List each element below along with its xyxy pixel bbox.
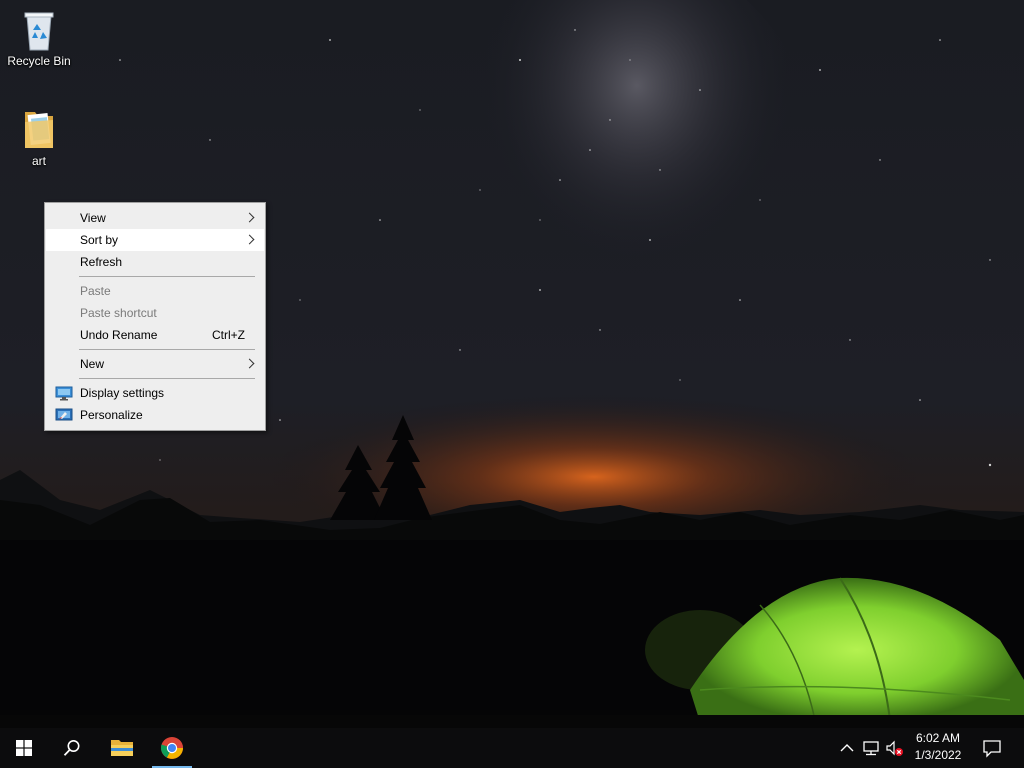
- file-explorer-button[interactable]: [98, 728, 146, 768]
- menu-item-sort-by[interactable]: Sort by: [46, 229, 264, 251]
- chevron-up-icon[interactable]: [838, 738, 856, 758]
- desktop-icon-label: art: [31, 154, 46, 168]
- menu-item-label: Display settings: [80, 386, 165, 400]
- clock[interactable]: 6:02 AM 1/3/2022: [904, 730, 972, 766]
- display-settings-icon: [55, 386, 73, 401]
- menu-item-paste-shortcut: Paste shortcut: [46, 302, 264, 324]
- desktop-icon-label: Recycle Bin: [7, 54, 71, 68]
- network-icon[interactable]: [862, 738, 880, 758]
- clock-date: 1/3/2022: [914, 748, 962, 762]
- clock-time: 6:02 AM: [915, 731, 961, 745]
- desktop-icon-art-folder[interactable]: art: [1, 108, 77, 168]
- desktop-context-menu: View Sort by Refresh Paste Paste shortcu…: [44, 202, 266, 431]
- menu-separator: [79, 276, 255, 277]
- action-center-icon[interactable]: [982, 738, 1002, 758]
- menu-item-label: Undo Rename: [80, 328, 158, 342]
- start-button[interactable]: [0, 728, 48, 768]
- menu-item-label: Sort by: [80, 233, 119, 247]
- menu-item-personalize[interactable]: Personalize: [46, 404, 264, 426]
- chevron-right-icon: [244, 358, 255, 369]
- search-icon: [63, 740, 80, 756]
- folder-icon: [25, 112, 53, 148]
- search-button[interactable]: [48, 728, 96, 768]
- menu-item-view[interactable]: View: [46, 207, 264, 229]
- menu-separator: [79, 349, 255, 350]
- menu-item-new[interactable]: New: [46, 353, 264, 375]
- menu-item-label: Personalize: [80, 408, 143, 422]
- file-explorer-icon: [111, 740, 133, 756]
- menu-separator: [79, 378, 255, 379]
- menu-item-label: Refresh: [80, 255, 123, 269]
- chrome-button[interactable]: [148, 728, 196, 768]
- desktop-icon-recycle-bin[interactable]: Recycle Bin: [1, 8, 77, 68]
- menu-item-paste: Paste: [46, 280, 264, 302]
- chrome-icon: [160, 737, 183, 759]
- menu-item-display-settings[interactable]: Display settings: [46, 382, 264, 404]
- menu-item-undo-rename[interactable]: Undo Rename Ctrl+Z: [46, 324, 264, 346]
- taskbar: 6:02 AM 1/3/2022: [0, 728, 1024, 768]
- personalize-icon: [55, 408, 73, 421]
- menu-item-refresh[interactable]: Refresh: [46, 251, 264, 273]
- menu-item-label: Paste: [80, 284, 111, 298]
- menu-item-shortcut: Ctrl+Z: [212, 328, 245, 342]
- chevron-right-icon: [244, 234, 255, 245]
- volume-muted-icon[interactable]: [886, 738, 904, 758]
- menu-item-label: Paste shortcut: [80, 306, 157, 320]
- chevron-right-icon: [244, 212, 255, 223]
- menu-item-label: View: [80, 211, 106, 225]
- recycle-bin-icon: [24, 12, 54, 51]
- menu-item-label: New: [80, 357, 105, 371]
- windows-logo-icon: [16, 740, 32, 756]
